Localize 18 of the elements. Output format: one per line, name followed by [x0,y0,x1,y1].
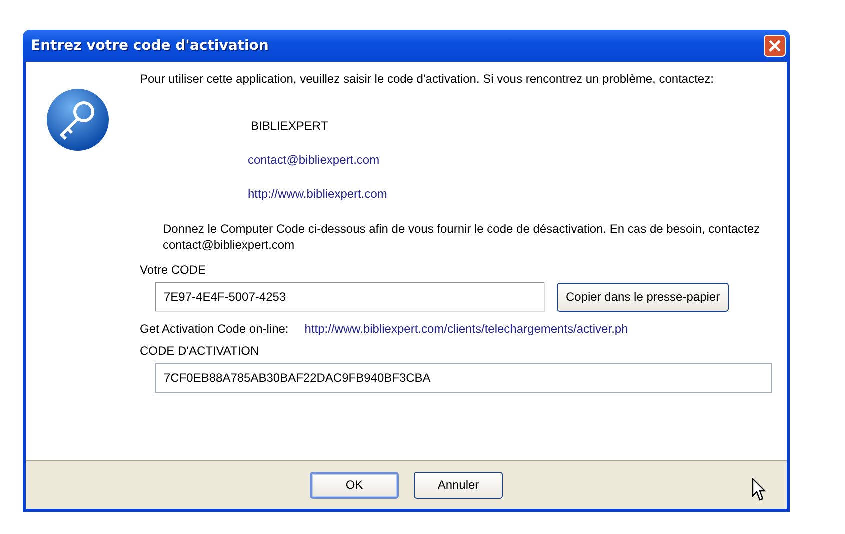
website-link[interactable]: http://www.bibliexpert.com [248,187,778,201]
input-field[interactable]: 7CF0EB88A785AB30BAF22DAC9FB940BF3CBA [155,363,772,393]
online-label: Get Activation Code on-line: [140,322,289,336]
input-field[interactable]: 7E97-4E4F-5007-4253 [155,282,545,312]
activation-link[interactable]: http://www.bibliexpert.com/clients/telechargements/activer.ph [304,322,628,336]
company-name: BIBLIEXPERT [251,119,330,133]
mouse-pointer-icon [752,478,768,502]
close-icon[interactable] [764,35,786,57]
code-label: Votre CODE [140,263,208,277]
cancel-button[interactable]: Annuler [414,472,503,498]
instructions-text: Donnez le Computer Code ci-dessous afin de vous fournir le code de désactivation. En cas de besoin, contactez contact@bibliexpert.com [163,221,762,253]
email-link[interactable]: contact@bibliexpert.com [248,153,778,167]
copy-button[interactable]: Copier dans le presse-papier [557,282,730,312]
key-icon [46,88,110,152]
activation-label: CODE D'ACTIVATION [140,344,260,358]
message-text: Pour utiliser cette application, veuillez saisir le code d'activation. Si vous rencontrez un problème, contactez: [140,72,715,87]
window-title: Entrez votre code d'activation [31,38,269,54]
ok-button[interactable]: OK [310,472,399,498]
